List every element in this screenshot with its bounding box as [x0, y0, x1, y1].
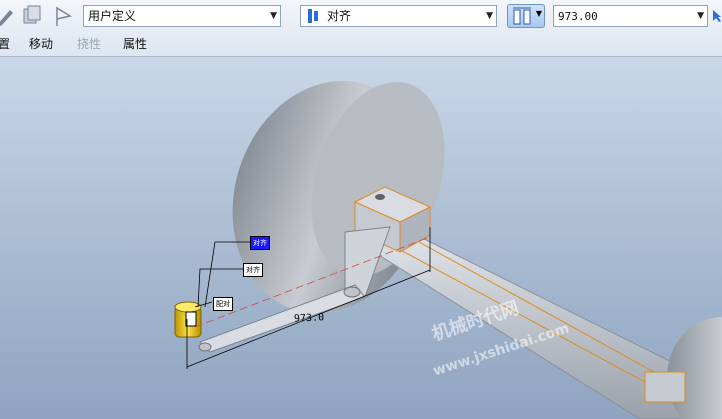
constraint-type-value: 对齐	[327, 9, 352, 23]
chevron-down-icon: ▼	[697, 11, 704, 21]
cursor-icon	[712, 8, 722, 27]
pencil-icon[interactable]	[0, 4, 16, 28]
constraint-tag-mate[interactable]: 配对	[213, 297, 233, 311]
chevron-down-icon: ▼	[270, 11, 277, 21]
assembly-model	[174, 80, 722, 419]
copy-icon[interactable]	[20, 4, 44, 28]
menu-properties[interactable]: 属性	[123, 35, 147, 52]
selected-part	[174, 301, 202, 338]
offset-type-button[interactable]: ▼	[507, 4, 545, 28]
constraint-tag-align-2[interactable]: 对齐	[243, 263, 263, 277]
align-icon	[306, 8, 320, 30]
chevron-down-icon: ▼	[486, 11, 493, 21]
constraint-set-value: 用户定义	[88, 9, 137, 23]
constraint-type-dropdown[interactable]: 对齐 ▼	[300, 5, 497, 27]
offset-icon	[513, 7, 531, 25]
chevron-down-icon: ▼	[535, 9, 542, 18]
offset-value: 973.00	[558, 10, 598, 23]
model-viewport[interactable]: 对齐 对齐 配对 973.0 机械时代网 www.jxshidai.com	[0, 57, 722, 419]
constraint-tag-align-1[interactable]: 对齐	[250, 236, 270, 250]
menu-placement[interactable]: 置	[0, 35, 10, 52]
placement-toolbar: 用户定义 ▼ 对齐 ▼ ▼ 973.00 ▼ 置 移动 挠性 属性	[0, 0, 722, 57]
menu-flexibility: 挠性	[77, 37, 102, 51]
menu-move[interactable]: 移动	[29, 35, 53, 52]
flag-icon[interactable]	[52, 4, 76, 28]
offset-value-input[interactable]: 973.00 ▼	[553, 5, 708, 27]
dimension-value[interactable]: 973.0	[294, 312, 325, 325]
constraint-set-dropdown[interactable]: 用户定义 ▼	[83, 5, 281, 27]
